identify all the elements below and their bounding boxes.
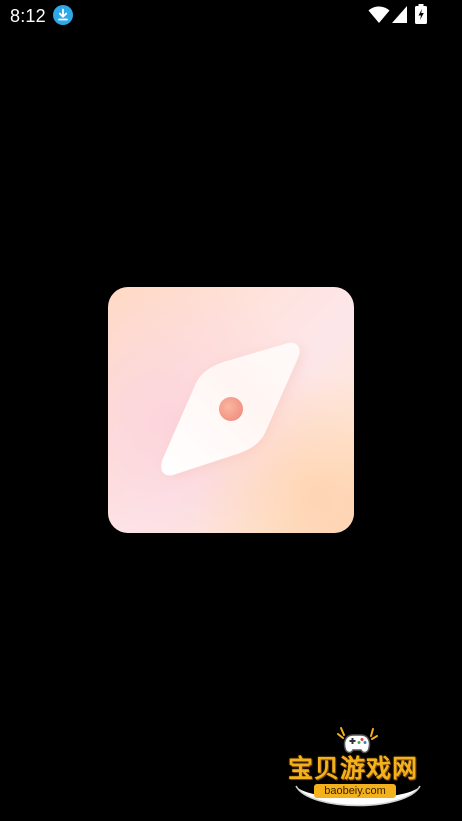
signal-icon bbox=[392, 6, 407, 23]
compass-icon bbox=[108, 287, 354, 533]
status-bar: 8:12 bbox=[0, 0, 462, 32]
watermark-url: baobeiy.com bbox=[314, 784, 396, 798]
watermark-title: 宝贝游戏网 bbox=[288, 754, 419, 783]
download-icon bbox=[53, 5, 73, 25]
app-splash-icon bbox=[108, 287, 354, 533]
status-time: 8:12 bbox=[10, 6, 46, 26]
battery-icon bbox=[415, 4, 427, 24]
watermark-logo: 宝贝游戏网 baobeiy.com bbox=[285, 726, 431, 818]
wifi-icon bbox=[368, 6, 390, 23]
